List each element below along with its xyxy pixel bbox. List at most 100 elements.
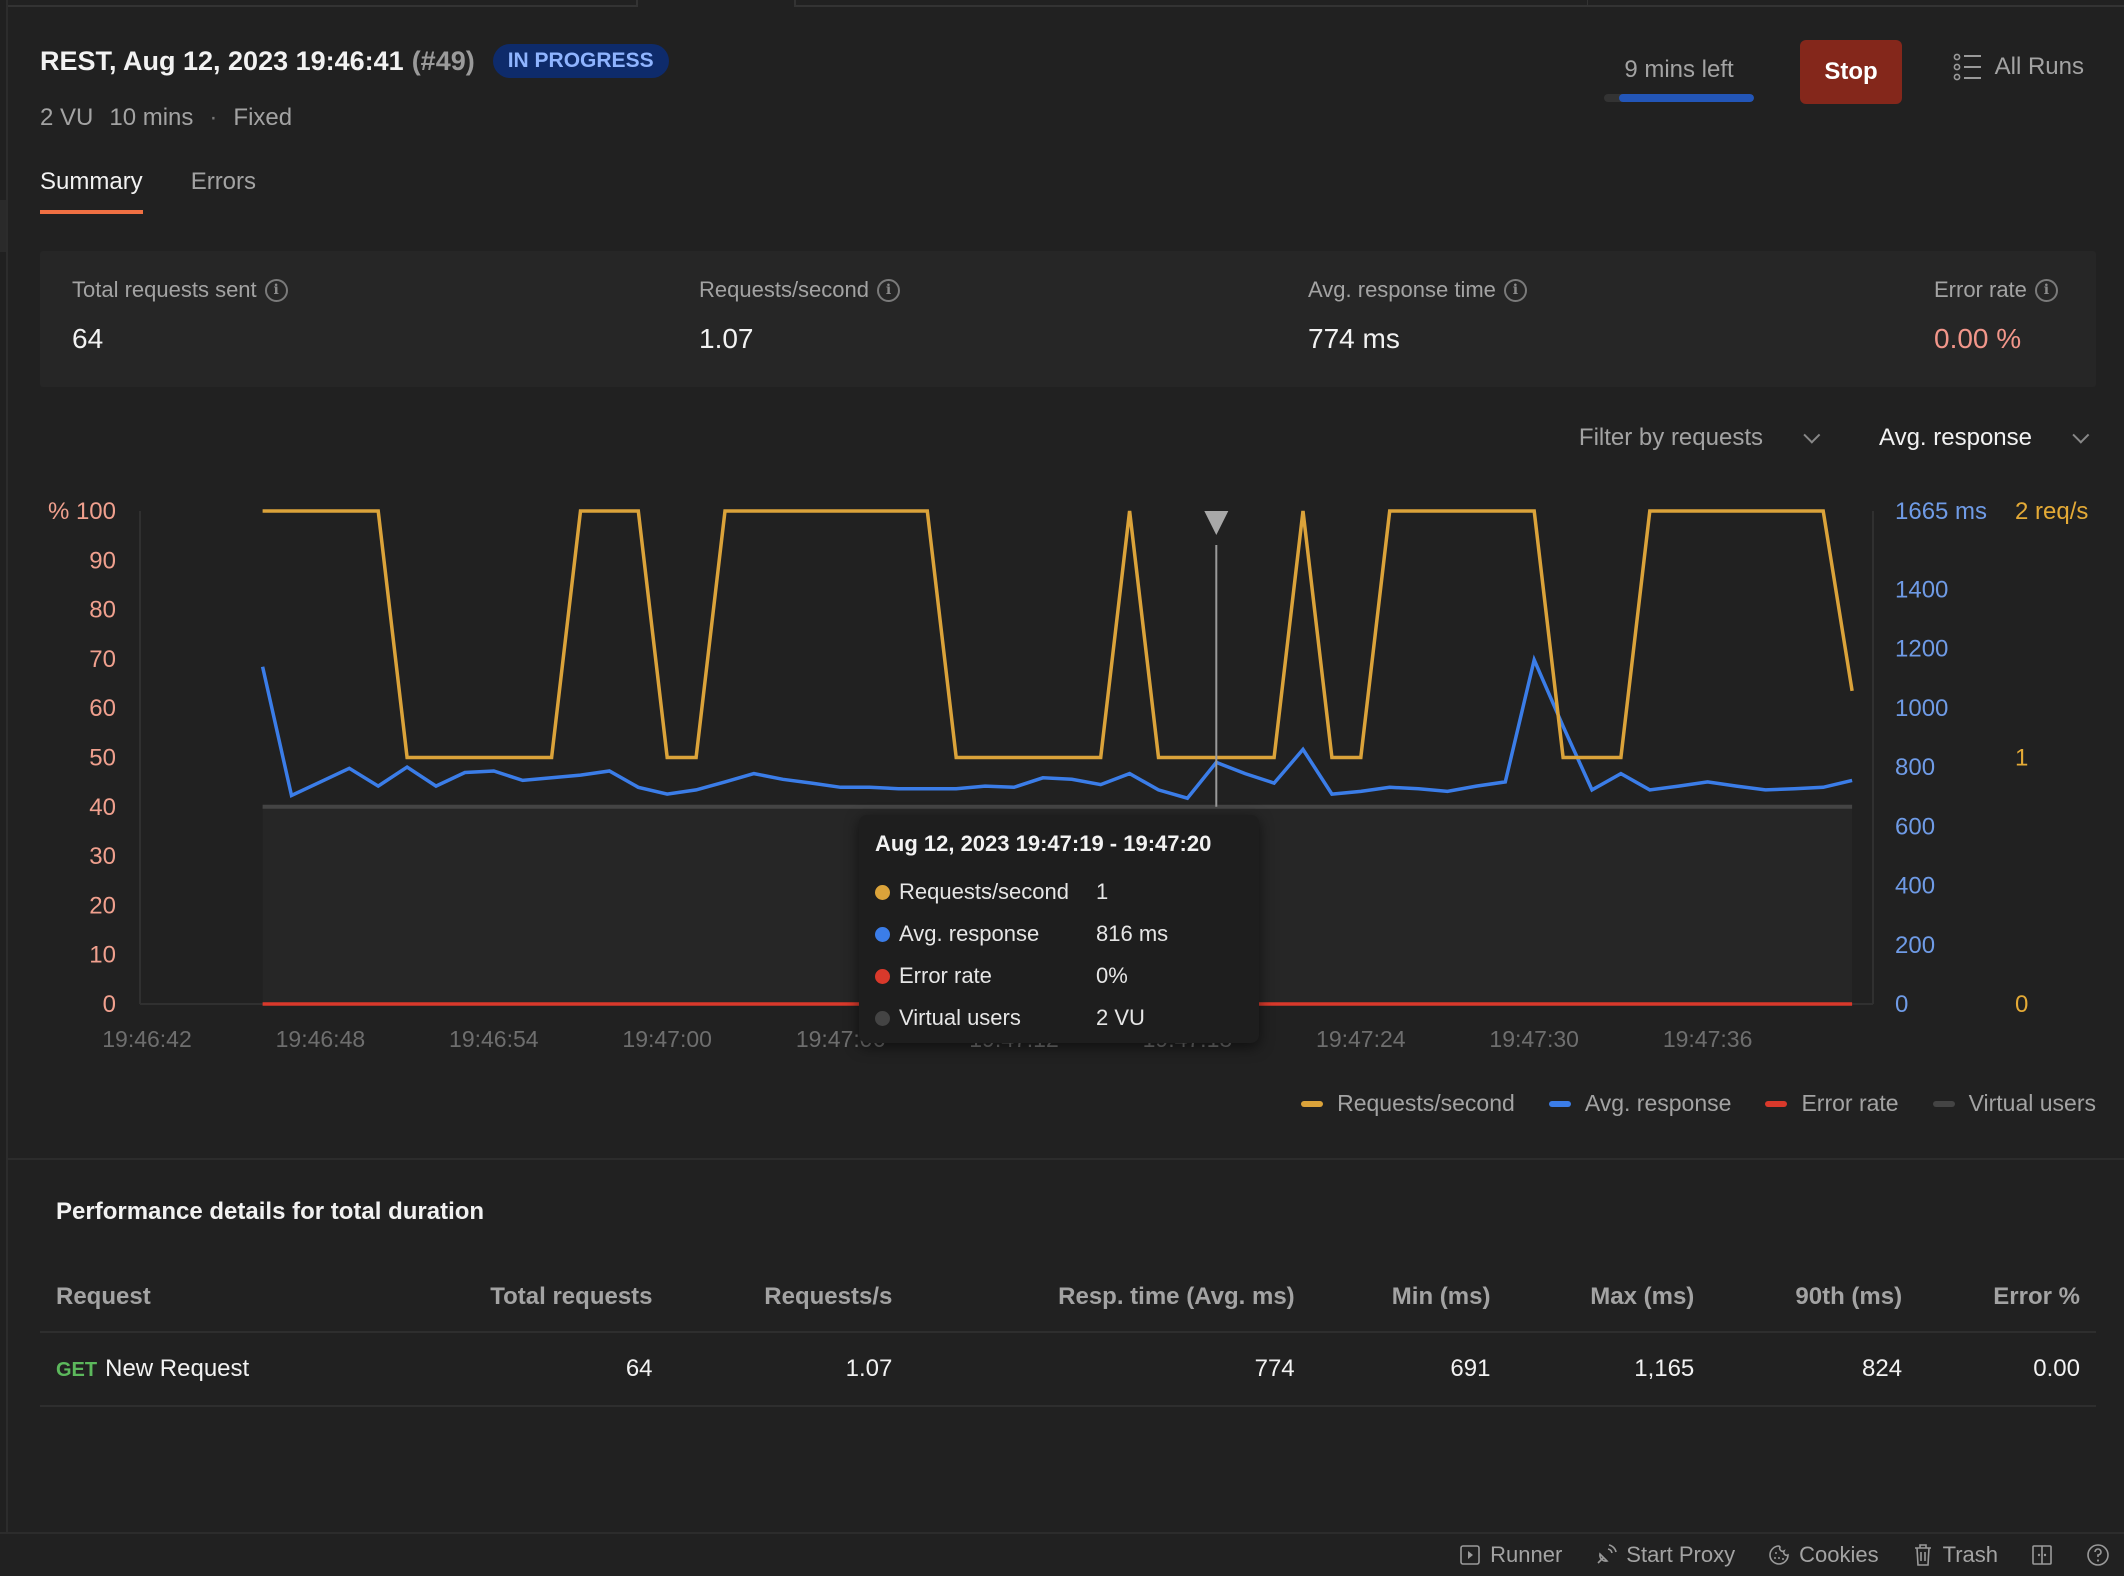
two-pane-view-button[interactable]	[2030, 1543, 2054, 1567]
all-runs-button[interactable]: All Runs	[1953, 52, 2084, 82]
stat-label: Requests/second	[699, 277, 869, 302]
trash-button[interactable]: Trash	[1911, 1542, 1998, 1568]
help-button[interactable]	[2086, 1543, 2110, 1567]
stat-label: Error rate	[1934, 277, 2027, 302]
stat-requests-per-second: Requests/second i 1.07	[699, 277, 900, 355]
avg-response-cell: 774	[908, 1332, 1311, 1407]
info-icon[interactable]: i	[264, 278, 288, 302]
load-profile: Fixed	[233, 104, 293, 131]
run-number: (#49)	[411, 45, 475, 76]
left-axis-tick-label: 20	[89, 892, 116, 919]
stat-avg-response-time: Avg. response time i 774 ms	[1308, 277, 1527, 355]
runner-button[interactable]: Runner	[1458, 1542, 1562, 1568]
tooltip-label: Requests/second	[899, 879, 1069, 904]
tooltip-label: Avg. response	[899, 921, 1040, 946]
info-icon[interactable]: i	[877, 278, 900, 302]
proxy-icon	[1597, 1544, 1618, 1564]
min-cell: 691	[1310, 1332, 1507, 1407]
dropdown-label: Avg. response	[1879, 424, 2032, 451]
column-header: Error %	[1918, 1262, 2096, 1333]
x-axis-tick-label: 19:47:24	[1316, 1026, 1406, 1052]
help-icon	[2087, 1544, 2109, 1566]
hover-marker-icon	[1204, 511, 1229, 535]
summary-stats: Total requests sent i 64 Requests/second i…	[40, 251, 2096, 387]
legend-swatch	[1548, 1100, 1571, 1107]
info-icon[interactable]: i	[1503, 278, 1527, 302]
stat-value: 64	[72, 323, 104, 354]
stat-value: 774 ms	[1308, 323, 1400, 354]
time-remaining: 9 mins left	[1604, 56, 1754, 102]
x-axis-tick-label: 19:47:30	[1489, 1026, 1579, 1052]
p90-cell: 824	[1710, 1332, 1919, 1407]
two-pane-icon	[2032, 1545, 2052, 1565]
error-rate-dot-icon	[875, 968, 890, 984]
result-tabs: Summary Errors	[40, 168, 256, 214]
cookie-icon	[1769, 1545, 1789, 1565]
table-row[interactable]: GET New Request 64 1.07 774 691 1,165 824…	[40, 1332, 2096, 1407]
run-progress-bar	[1604, 94, 1754, 102]
chart-filters: Filter by requests Avg. response	[1578, 424, 2090, 452]
column-header: Max (ms)	[1506, 1262, 1711, 1333]
start-proxy-button[interactable]: Start Proxy	[1594, 1542, 1735, 1568]
list-icon	[1953, 53, 1981, 81]
sidebar-active-marker	[0, 200, 6, 252]
right-ms-axis-tick-label: 1200	[1895, 636, 1948, 663]
right-ms-axis-tick-label: 1400	[1895, 576, 1948, 603]
chevron-down-icon	[2072, 426, 2090, 444]
left-axis-tick-label: 60	[89, 695, 116, 722]
x-axis-tick-label: 19:46:48	[276, 1026, 366, 1052]
legend-label: Requests/second	[1337, 1090, 1515, 1116]
column-header: 90th (ms)	[1710, 1262, 1919, 1333]
avg-response-dot-icon	[875, 926, 890, 942]
tooltip-title: Aug 12, 2023 19:47:19 - 19:47:20	[875, 831, 1212, 856]
left-axis-tick-label: 50	[89, 745, 116, 772]
right-rps-axis-max-label: 2 req/s	[2015, 498, 2088, 525]
run-progress-fill	[1619, 94, 1754, 102]
left-axis-tick-label: 40	[89, 794, 116, 821]
right-rps-axis-tick-label: 1	[2015, 745, 2028, 772]
info-icon[interactable]: i	[2034, 278, 2058, 302]
legend-requests-per-second[interactable]: Requests/second	[1301, 1090, 1515, 1117]
right-ms-axis-tick-label: 600	[1895, 813, 1935, 840]
request-name: New Request	[105, 1355, 250, 1382]
tooltip-row-virtual-users: Virtual users 2 VU	[875, 997, 1243, 1039]
stat-total-requests: Total requests sent i 64	[72, 277, 288, 355]
requests-second-line	[262, 509, 1854, 760]
requests-per-second-cell: 1.07	[668, 1332, 909, 1407]
left-axis-tick-label: 0	[103, 991, 116, 1018]
section-divider	[8, 1158, 2124, 1160]
right-ms-axis-max-label: 1665 ms	[1895, 498, 1987, 525]
x-axis-tick-label: 19:46:54	[449, 1026, 539, 1052]
stat-label: Total requests sent	[72, 277, 257, 302]
tooltip-row-avg-response: Avg. response 816 ms	[875, 913, 1243, 955]
dropdown-label: Filter by requests	[1578, 424, 1763, 451]
column-header: Requests/s	[668, 1262, 909, 1333]
tab-strip-segment	[0, 0, 638, 7]
status-bar-label: Runner	[1490, 1542, 1563, 1567]
filter-by-requests-dropdown[interactable]: Filter by requests	[1578, 424, 1821, 452]
virtual-users-count: 2 VU	[40, 104, 94, 131]
right-rps-axis-tick-label: 0	[2015, 991, 2028, 1018]
legend-error-rate[interactable]: Error rate	[1765, 1090, 1899, 1117]
cookies-button[interactable]: Cookies	[1767, 1542, 1879, 1568]
column-header: Min (ms)	[1310, 1262, 1507, 1333]
table-header-row: Request Total requests Requests/s Resp. …	[40, 1262, 2096, 1333]
stop-button[interactable]: Stop	[1800, 40, 1902, 104]
performance-table: Request Total requests Requests/s Resp. …	[40, 1262, 2096, 1407]
max-cell: 1,165	[1506, 1332, 1711, 1407]
tab-summary[interactable]: Summary	[40, 168, 143, 214]
stat-value: 0.00 %	[1934, 323, 2022, 354]
tooltip-label: Virtual users	[899, 1005, 1021, 1030]
error-percent-cell: 0.00	[1918, 1332, 2096, 1407]
tab-errors[interactable]: Errors	[191, 168, 256, 214]
tab-strip-segment	[794, 0, 1588, 7]
legend-avg-response[interactable]: Avg. response	[1548, 1090, 1731, 1117]
legend-swatch	[1932, 1100, 1955, 1107]
tooltip-value: 1	[1096, 879, 1109, 904]
requests-dot-icon	[875, 884, 890, 900]
tooltip-value: 2 VU	[1096, 1005, 1145, 1030]
x-axis-tick-label: 19:47:00	[622, 1026, 712, 1052]
run-header: REST, Aug 12, 2023 19:46:41 (#49) IN PRO…	[40, 40, 2084, 200]
metric-dropdown[interactable]: Avg. response	[1879, 424, 2090, 452]
legend-virtual-users[interactable]: Virtual users	[1932, 1090, 2096, 1117]
